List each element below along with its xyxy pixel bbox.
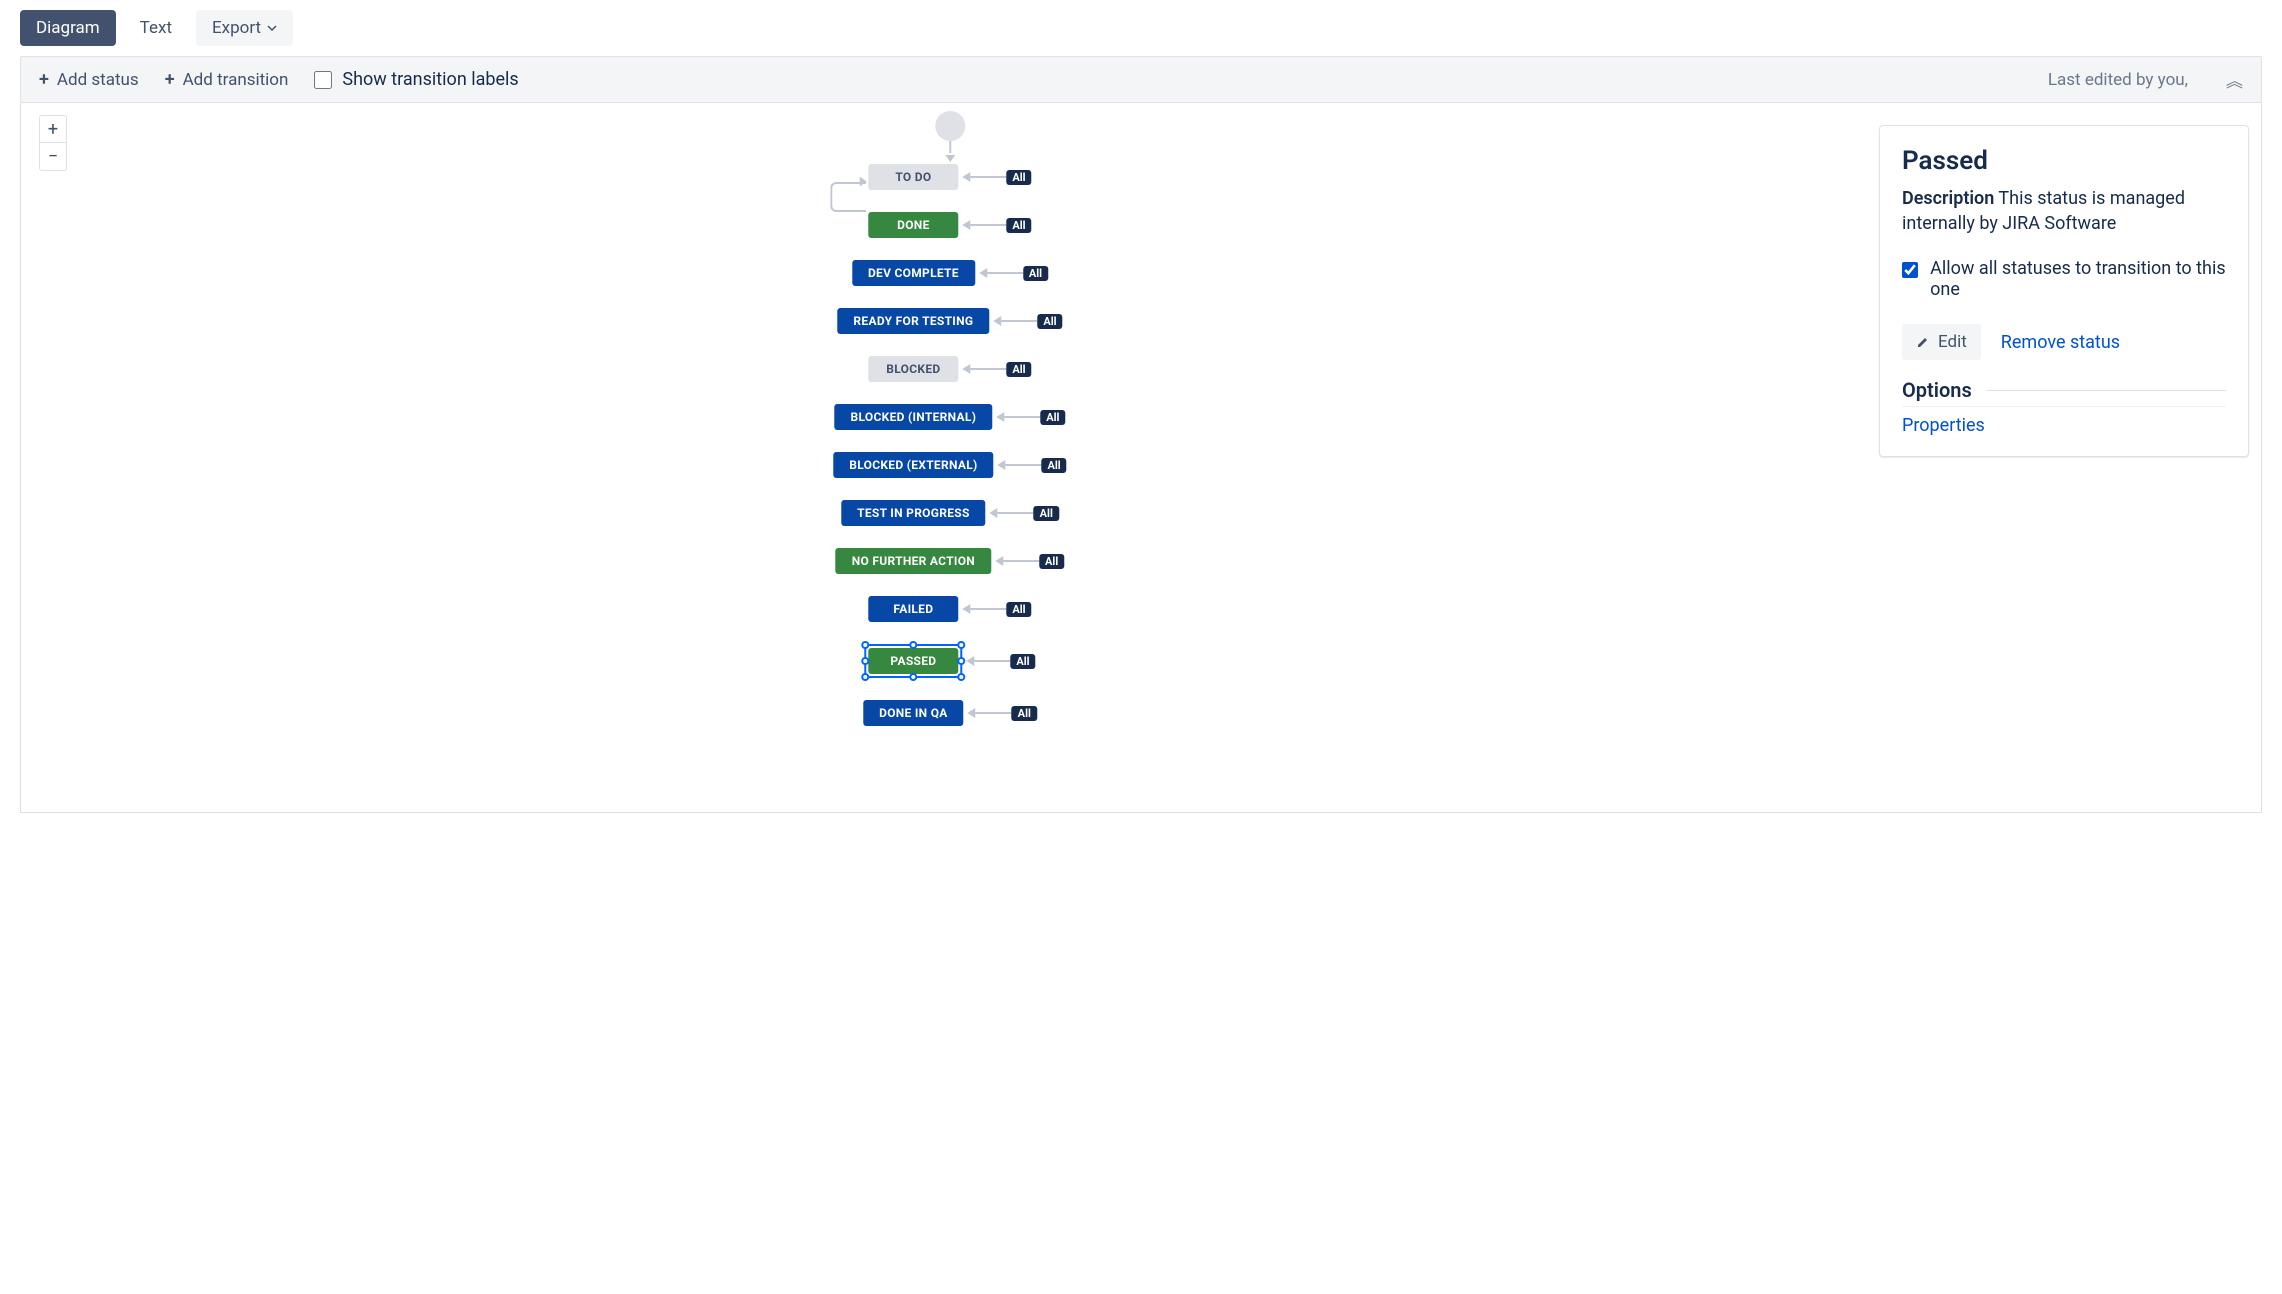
- toolbar: + Add status + Add transition Show trans…: [20, 56, 2262, 103]
- selected-status[interactable]: PASSED: [864, 644, 962, 678]
- transition-connector: All: [993, 314, 1062, 329]
- transition-connector: All: [962, 602, 1031, 617]
- transition-connector: All: [979, 266, 1048, 281]
- start-node[interactable]: [935, 111, 965, 141]
- status-row: NO FURTHER ACTION All: [836, 548, 1065, 574]
- status-detail-panel: Passed Description This status is manage…: [1879, 125, 2249, 457]
- workflow-canvas[interactable]: TO DOAllDONEAllDEV COMPLETEAllREADY FOR …: [21, 103, 1879, 812]
- tab-text[interactable]: Text: [124, 10, 188, 46]
- edit-button[interactable]: Edit: [1902, 324, 1981, 360]
- status-row: DONE All: [868, 212, 1031, 238]
- status-node[interactable]: DONE IN QA: [863, 700, 964, 726]
- options-header-label: Options: [1902, 378, 1972, 402]
- loopback-arrow: [830, 182, 866, 212]
- all-transition-badge[interactable]: All: [1012, 706, 1037, 721]
- status-row: FAILED All: [868, 596, 1031, 622]
- status-node[interactable]: TO DO: [868, 164, 958, 190]
- status-node[interactable]: PASSED: [868, 648, 958, 674]
- resize-handle[interactable]: [957, 673, 965, 681]
- all-transition-badge[interactable]: All: [1039, 554, 1064, 569]
- show-transition-labels-label: Show transition labels: [342, 69, 518, 90]
- tab-diagram[interactable]: Diagram: [20, 10, 116, 46]
- chevron-down-icon: [267, 25, 277, 31]
- show-transition-labels-checkbox[interactable]: [314, 71, 332, 89]
- add-status-button[interactable]: + Add status: [39, 69, 139, 90]
- pencil-icon: [1916, 335, 1930, 349]
- all-transition-badge[interactable]: All: [1006, 218, 1031, 233]
- status-row: DEV COMPLETE All: [852, 260, 1048, 286]
- edit-button-label: Edit: [1938, 332, 1967, 352]
- status-row: READY FOR TESTING All: [837, 308, 1062, 334]
- status-row: DONE IN QA All: [863, 700, 1037, 726]
- resize-handle[interactable]: [909, 673, 917, 681]
- detail-title: Passed: [1902, 146, 2226, 176]
- transition-connector: All: [962, 170, 1031, 185]
- transition-connector: All: [966, 654, 1035, 669]
- status-row: TO DO All: [868, 164, 1031, 190]
- status-node[interactable]: DONE: [868, 212, 958, 238]
- status-node[interactable]: NO FURTHER ACTION: [836, 548, 991, 574]
- transition-connector: All: [968, 706, 1037, 721]
- transition-connector: All: [996, 410, 1065, 425]
- status-node[interactable]: READY FOR TESTING: [837, 308, 989, 334]
- all-transition-badge[interactable]: All: [1010, 654, 1035, 669]
- last-edited-text: Last edited by you,: [2048, 70, 2188, 90]
- status-row: BLOCKED (EXTERNAL) All: [833, 452, 1066, 478]
- status-node[interactable]: FAILED: [868, 596, 958, 622]
- all-transition-badge[interactable]: All: [1006, 362, 1031, 377]
- remove-status-link[interactable]: Remove status: [2001, 332, 2120, 353]
- allow-all-checkbox[interactable]: [1902, 261, 1918, 279]
- transition-connector: All: [962, 218, 1031, 233]
- transition-connector: All: [998, 458, 1067, 473]
- allow-all-toggle[interactable]: Allow all statuses to transition to this…: [1902, 258, 2226, 300]
- view-tabs: Diagram Text Export: [20, 10, 2262, 46]
- all-transition-badge[interactable]: All: [1037, 314, 1062, 329]
- options-header: Options: [1902, 378, 2226, 407]
- transition-connector: All: [990, 506, 1059, 521]
- transition-connector: All: [962, 362, 1031, 377]
- tab-export-label: Export: [212, 18, 261, 38]
- status-node[interactable]: BLOCKED (EXTERNAL): [833, 452, 993, 478]
- status-row: TEST IN PROGRESS All: [841, 500, 1059, 526]
- all-transition-badge[interactable]: All: [1040, 410, 1065, 425]
- add-transition-button[interactable]: + Add transition: [165, 69, 289, 90]
- resize-handle[interactable]: [957, 641, 965, 649]
- detail-description: Description This status is managed inter…: [1902, 186, 2226, 236]
- status-node[interactable]: DEV COMPLETE: [852, 260, 975, 286]
- workflow-canvas-area: + − TO DOAllDONEAllDEV COMPLETEAllREADY …: [20, 103, 2262, 813]
- resize-handle[interactable]: [957, 657, 965, 665]
- resize-handle[interactable]: [861, 673, 869, 681]
- all-transition-badge[interactable]: All: [1042, 458, 1067, 473]
- add-status-label: Add status: [57, 70, 139, 90]
- add-transition-label: Add transition: [183, 70, 289, 90]
- status-node[interactable]: TEST IN PROGRESS: [841, 500, 986, 526]
- plus-icon: +: [39, 69, 49, 90]
- resize-handle[interactable]: [861, 641, 869, 649]
- plus-icon: +: [165, 69, 175, 90]
- allow-all-label: Allow all statuses to transition to this…: [1930, 258, 2226, 300]
- description-label: Description: [1902, 188, 1994, 209]
- collapse-icon[interactable]: ︽: [2214, 67, 2243, 92]
- resize-handle[interactable]: [861, 657, 869, 665]
- properties-link[interactable]: Properties: [1902, 415, 2226, 436]
- status-node[interactable]: BLOCKED (INTERNAL): [835, 404, 993, 430]
- resize-handle[interactable]: [909, 641, 917, 649]
- transition-connector: All: [995, 554, 1064, 569]
- show-transition-labels-toggle[interactable]: Show transition labels: [314, 69, 518, 90]
- status-row: BLOCKED All: [868, 356, 1031, 382]
- all-transition-badge[interactable]: All: [1006, 170, 1031, 185]
- status-node[interactable]: BLOCKED: [868, 356, 958, 382]
- tab-export[interactable]: Export: [196, 10, 293, 46]
- workflow-diagram: TO DOAllDONEAllDEV COMPLETEAllREADY FOR …: [833, 111, 1066, 748]
- all-transition-badge[interactable]: All: [1023, 266, 1048, 281]
- all-transition-badge[interactable]: All: [1006, 602, 1031, 617]
- status-row: BLOCKED (INTERNAL) All: [835, 404, 1066, 430]
- status-row: PASSED All: [864, 644, 1035, 678]
- all-transition-badge[interactable]: All: [1034, 506, 1059, 521]
